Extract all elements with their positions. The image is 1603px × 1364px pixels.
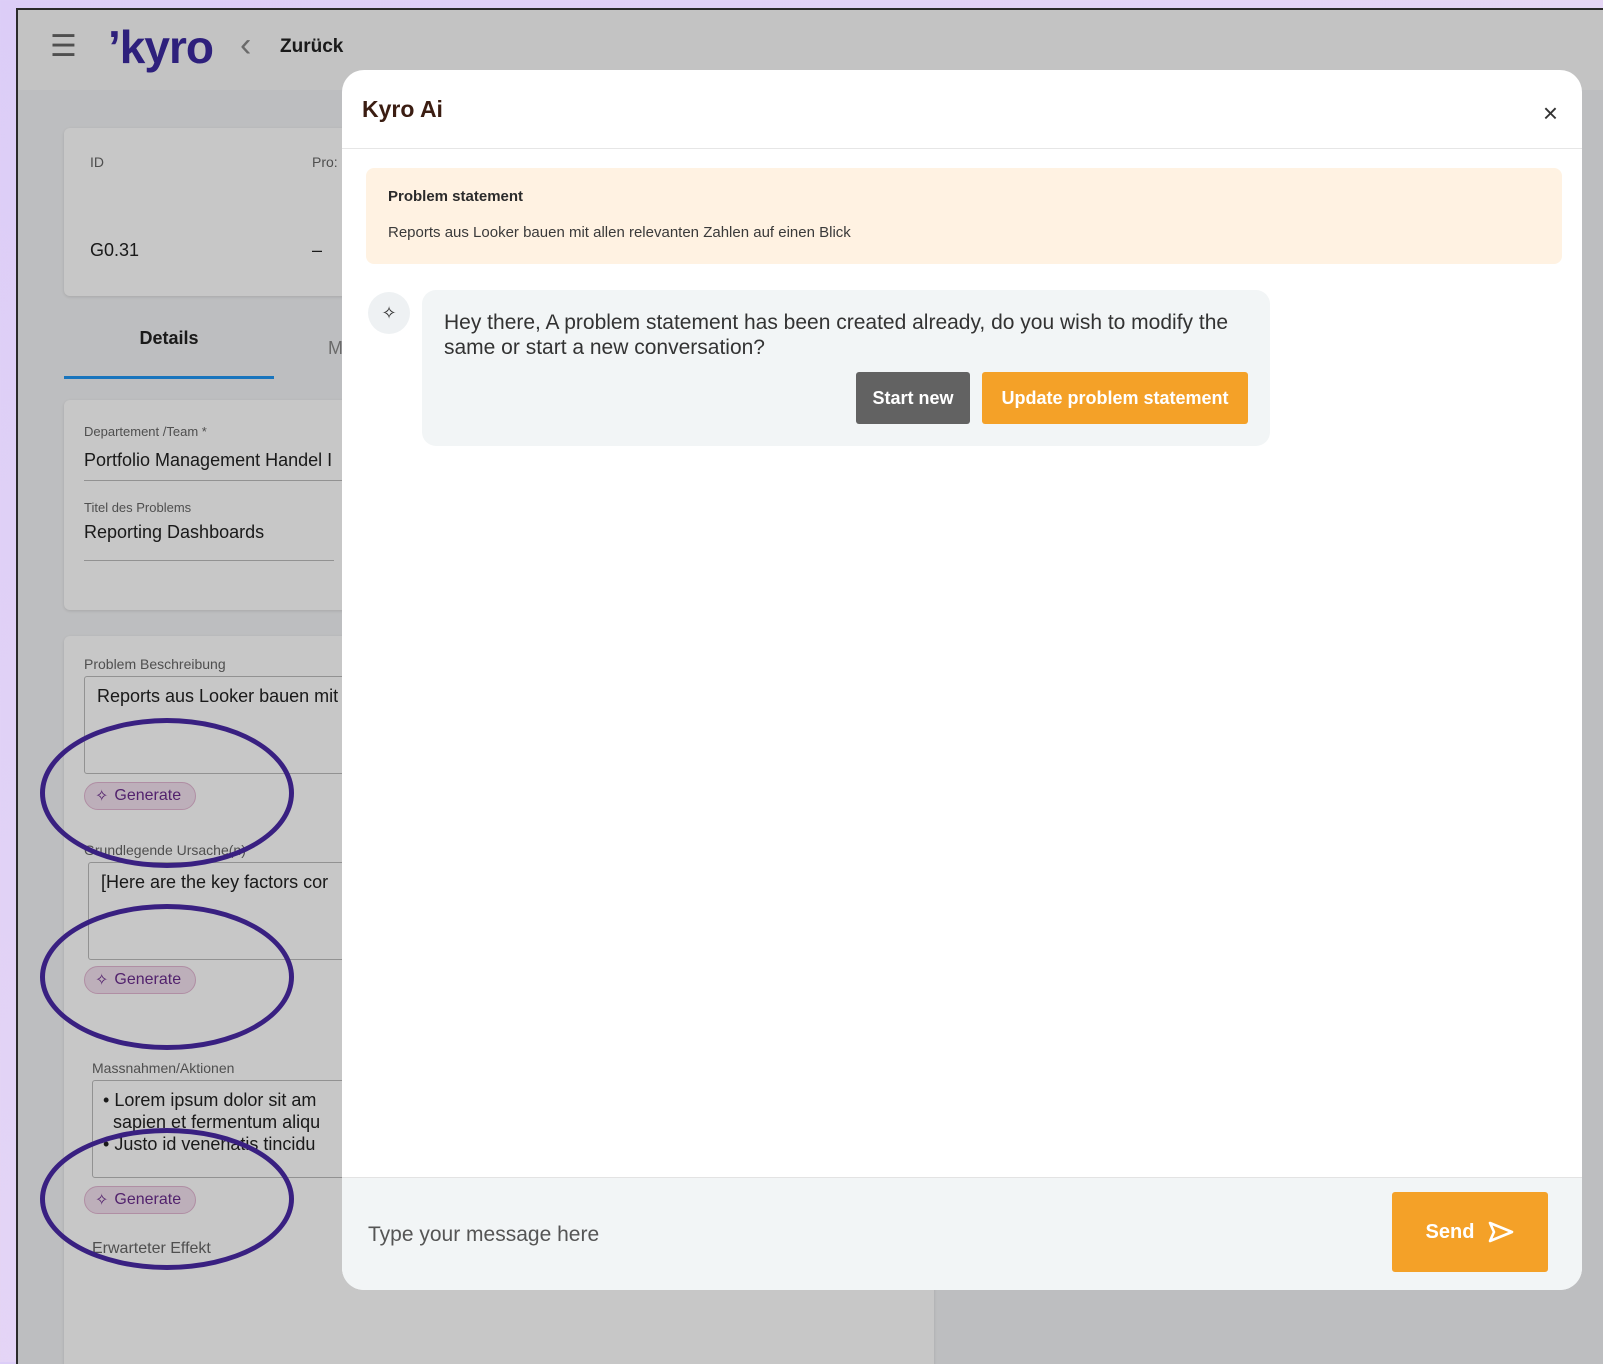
message-input[interactable] (366, 1214, 1270, 1256)
start-new-button[interactable]: Start new (856, 372, 970, 424)
send-button[interactable]: Send (1392, 1192, 1548, 1272)
bot-message-text: Hey there, A problem statement has been … (444, 311, 1229, 359)
message-composer: Send (342, 1177, 1582, 1290)
app-frame: ☰ ʼkyro ‹ Zurück ID Pro: G0.31 – Details… (16, 8, 1603, 1364)
divider (342, 148, 1582, 149)
kyro-ai-dialog: Kyro Ai × Problem statement Reports aus … (342, 70, 1582, 1290)
problem-statement-box: Problem statement Reports aus Looker bau… (366, 168, 1562, 264)
close-icon[interactable]: × (1543, 100, 1558, 126)
problem-statement-text: Reports aus Looker bauen mit allen relev… (388, 224, 851, 241)
update-problem-statement-button[interactable]: Update problem statement (982, 372, 1248, 424)
send-label: Send (1425, 1220, 1475, 1243)
send-icon (1489, 1221, 1514, 1243)
problem-statement-title: Problem statement (388, 188, 524, 205)
dialog-title: Kyro Ai (362, 96, 443, 122)
bot-message-bubble: Hey there, A problem statement has been … (422, 290, 1270, 446)
ai-sparkle-icon: ✧ (368, 292, 410, 334)
